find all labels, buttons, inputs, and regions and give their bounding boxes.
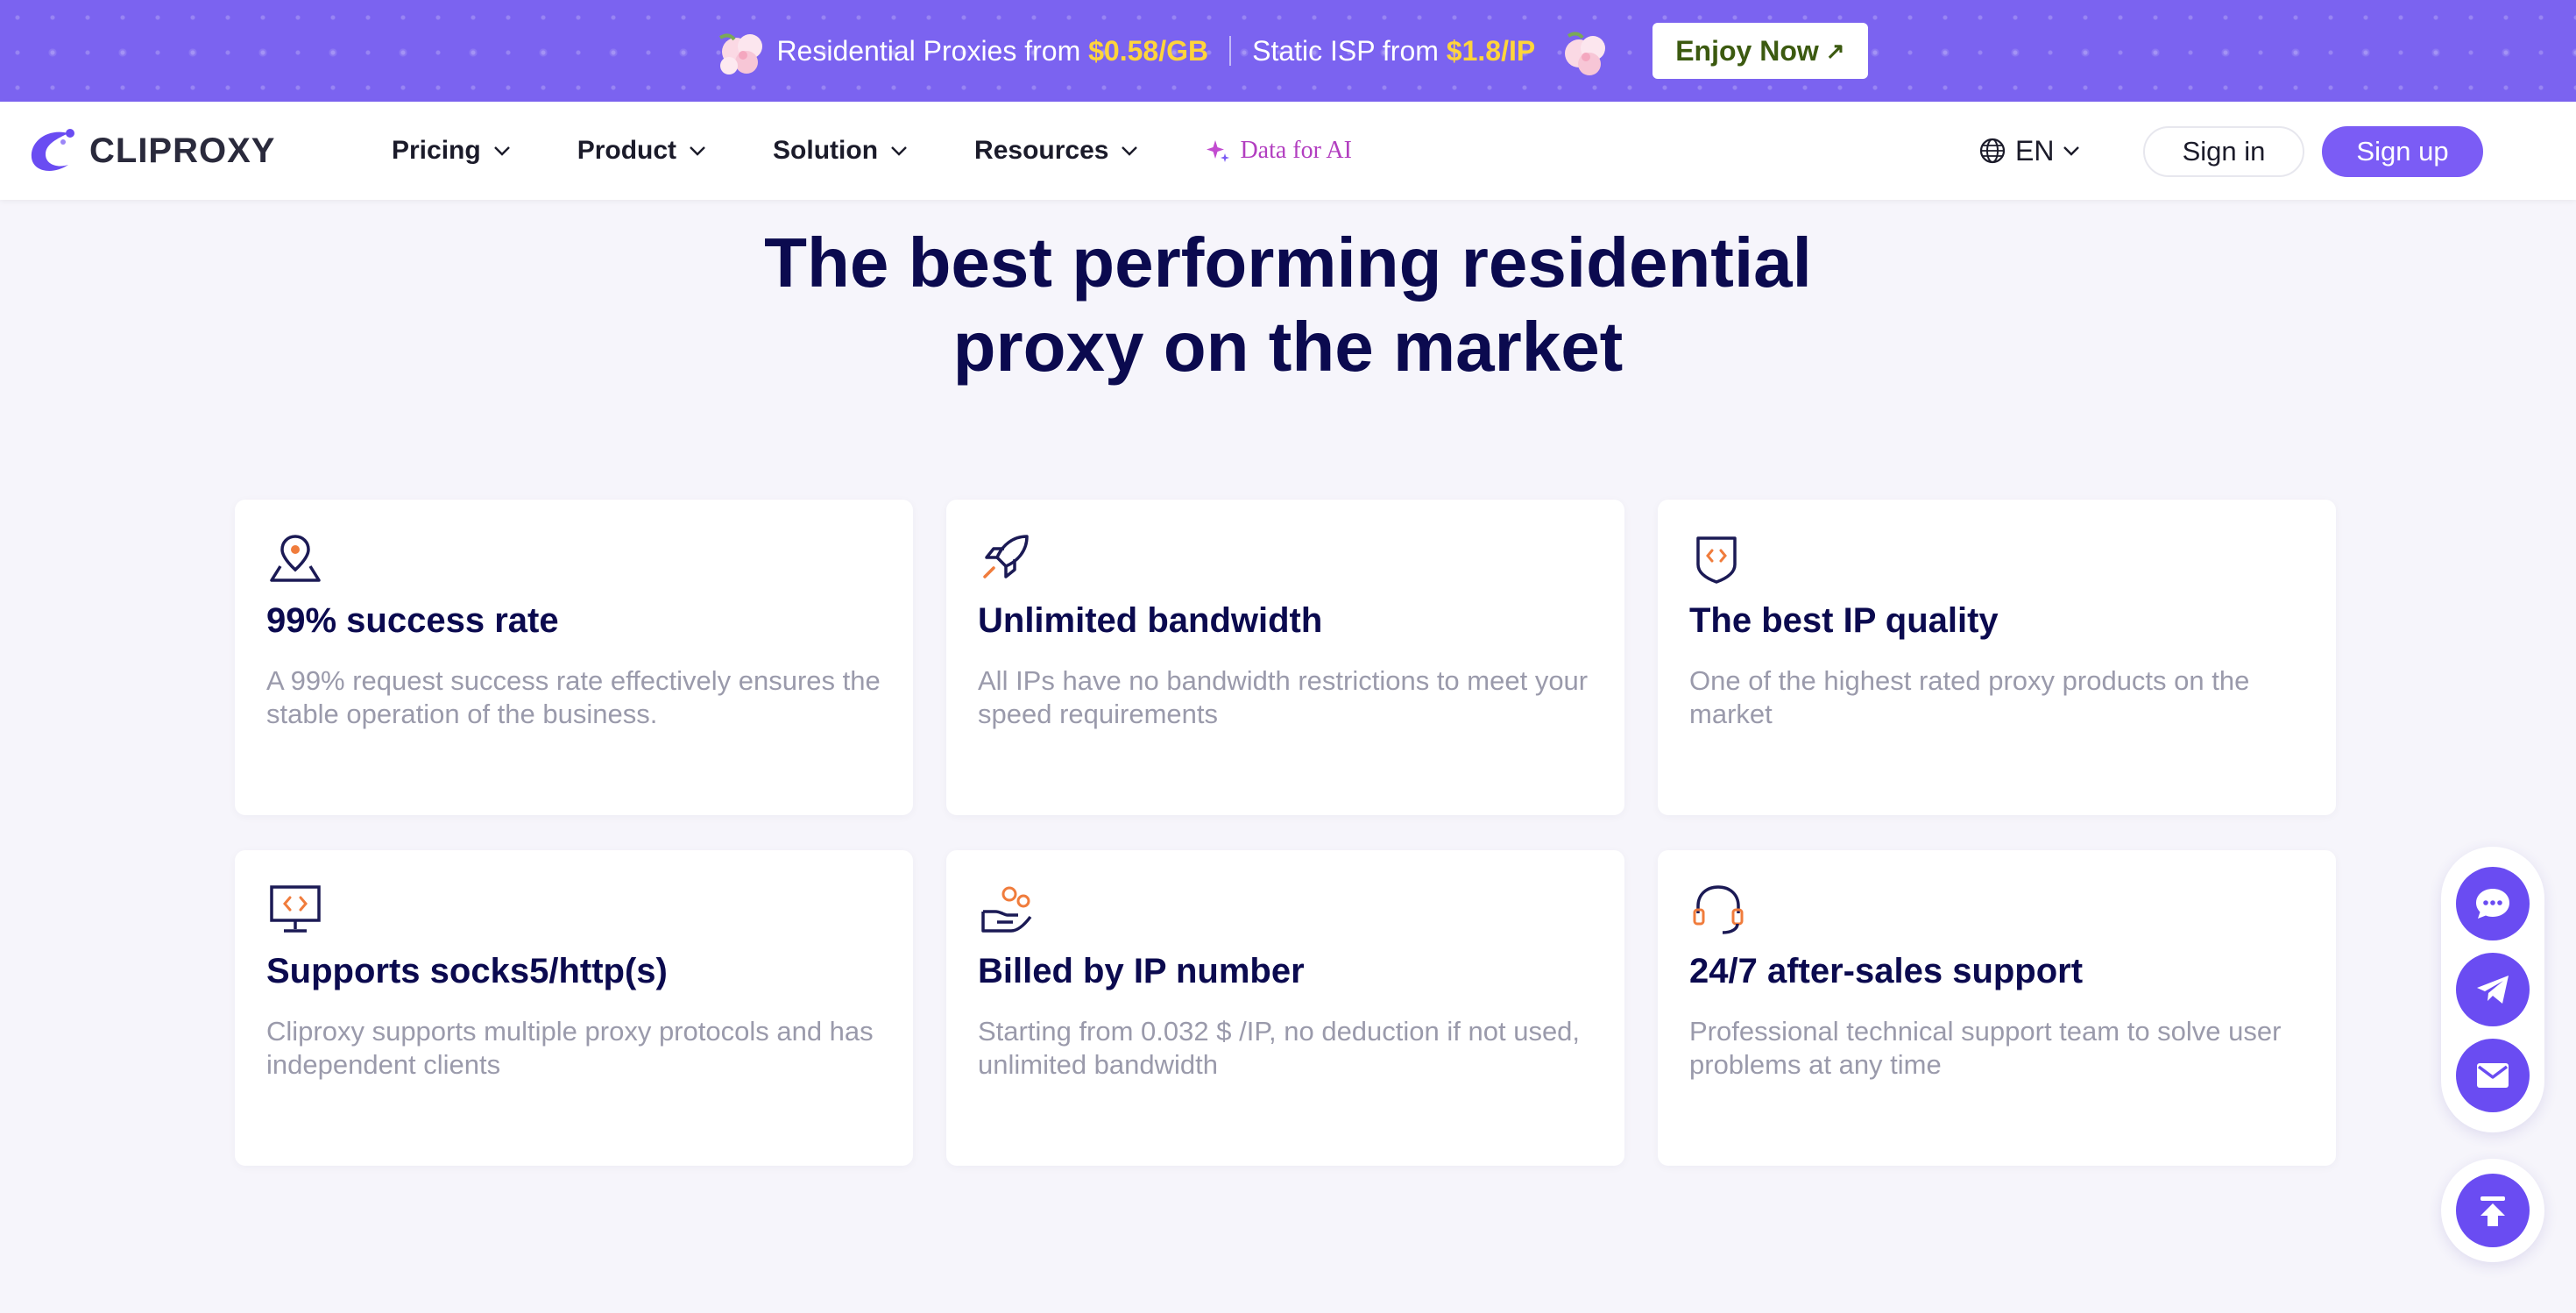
arrow-up-right-icon: ↗ [1825, 37, 1845, 64]
chat-button[interactable] [2456, 867, 2530, 940]
top-nav: CLIPROXY Pricing Product Solution Resour… [0, 102, 2576, 200]
nav-pricing-label: Pricing [392, 136, 481, 165]
promo-divider [1229, 36, 1232, 66]
email-button[interactable] [2456, 1039, 2530, 1112]
chevron-down-icon [1122, 146, 1138, 156]
nav-resources-label: Resources [974, 136, 1109, 165]
page-title: The best performing residential proxy on… [0, 221, 2576, 389]
page-title-line-2: proxy on the market [952, 308, 1624, 386]
promo-static-isp-price: $1.8/IP [1446, 34, 1536, 67]
promo-residential-price: $0.58/GB [1088, 34, 1209, 67]
feature-description: Cliproxy supports multiple proxy protoco… [266, 1016, 874, 1080]
rocket-icon [983, 535, 1029, 578]
monitor-code-icon [270, 885, 321, 933]
globe-icon [1979, 138, 2006, 164]
sign-up-button[interactable]: Sign up [2322, 126, 2483, 177]
promo-residential-text: Residential Proxies from $0.58/GB [776, 34, 1209, 67]
nav-data-for-ai[interactable]: Data for AI [1205, 137, 1352, 165]
feature-title: The best IP quality [1689, 601, 1999, 640]
feature-title: 24/7 after-sales support [1689, 952, 2084, 990]
back-to-top-container [2441, 1159, 2544, 1262]
nav-solution-label: Solution [773, 136, 879, 165]
feature-description: Starting from 0.032 $ /IP, no deduction … [978, 1016, 1581, 1080]
back-to-top-button[interactable] [2456, 1174, 2530, 1247]
back-to-top-icon [2480, 1196, 2505, 1226]
promo-content: Residential Proxies from $0.58/GB Static… [708, 20, 1868, 82]
coins-hand-icon [981, 886, 1032, 933]
nav-solution[interactable]: Solution [773, 136, 908, 166]
promo-static-isp-text: Static ISP from $1.8/IP [1252, 34, 1536, 67]
chevron-down-icon [690, 146, 705, 156]
feature-card-support: 24/7 after-sales support Professional te… [1658, 850, 2336, 1166]
language-selector[interactable]: EN [1978, 102, 2080, 200]
feature-card-ip-quality: The best IP quality One of the highest r… [1658, 500, 2336, 815]
sign-in-button[interactable]: Sign in [2143, 126, 2304, 177]
mail-icon [2477, 1063, 2509, 1088]
cliproxy-logo-icon [31, 129, 74, 171]
chevron-down-icon [493, 146, 510, 156]
sparkle-icon [1207, 140, 1230, 162]
chat-icon [2476, 889, 2509, 919]
chevron-down-icon [891, 146, 907, 156]
feature-description: Professional technical support team to s… [1689, 1016, 2282, 1080]
shield-code-icon [1696, 536, 1737, 584]
brand-name: CLIPROXY [89, 131, 276, 170]
feature-title: Unlimited bandwidth [978, 601, 1323, 640]
feature-card-protocols: Supports socks5/http(s) Cliproxy support… [235, 850, 913, 1166]
headset-icon [1693, 885, 1744, 934]
enjoy-now-button[interactable]: Enjoy Now ↗ [1652, 23, 1868, 79]
feature-card-billing: Billed by IP number Starting from 0.032 … [946, 850, 1624, 1166]
location-map-icon [270, 535, 321, 582]
nav-pricing[interactable]: Pricing [392, 136, 511, 166]
feature-card-unlimited-bandwidth: Unlimited bandwidth All IPs have no band… [946, 500, 1624, 815]
feature-description: All IPs have no bandwidth restrictions t… [978, 665, 1589, 729]
feature-title: 99% success rate [266, 601, 559, 640]
feature-description: One of the highest rated proxy products … [1689, 665, 2250, 729]
telegram-icon [2477, 976, 2509, 1004]
telegram-button[interactable] [2456, 953, 2530, 1026]
feature-description: A 99% request success rate effectively e… [266, 665, 881, 729]
page-title-line-1: The best performing residential [764, 224, 1812, 302]
nav-resources[interactable]: Resources [974, 136, 1138, 166]
feature-card-success-rate: 99% success rate A 99% request success r… [235, 500, 913, 815]
feature-title: Billed by IP number [978, 952, 1305, 990]
blossom-icon [719, 33, 763, 75]
nav-product[interactable]: Product [577, 136, 706, 166]
main-menu: Pricing Product Solution Resources Data … [392, 102, 1352, 200]
chevron-down-icon [2063, 146, 2080, 156]
nav-product-label: Product [577, 136, 677, 165]
feature-title: Supports socks5/http(s) [266, 952, 668, 990]
brand-logo[interactable]: CLIPROXY [23, 124, 275, 177]
enjoy-now-label: Enjoy Now [1675, 34, 1819, 67]
blossom-icon [1565, 32, 1606, 75]
floating-contact-bar [2441, 847, 2544, 1132]
nav-data-for-ai-label: Data for AI [1240, 137, 1352, 164]
language-label: EN [2015, 134, 2055, 167]
promo-banner: Residential Proxies from $0.58/GB Static… [0, 0, 2576, 102]
